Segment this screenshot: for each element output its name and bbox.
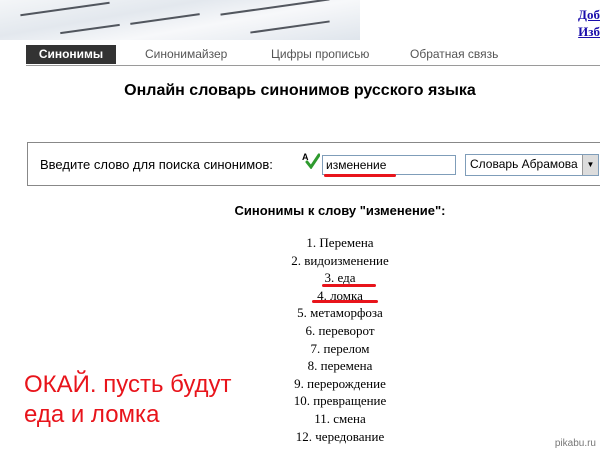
annotation-comment: ОКАЙ. пусть будут еда и ломка <box>24 370 232 430</box>
svg-text:A: A <box>302 152 309 162</box>
list-item: 12. чередование <box>295 428 385 444</box>
list-item: 7. перелом <box>310 340 370 356</box>
nav-item-synonymizer[interactable]: Синонимайзер <box>145 45 227 64</box>
nav-item-numbers-in-words[interactable]: Цифры прописью <box>271 45 369 64</box>
list-item: 6. переворот <box>305 322 375 338</box>
search-form: Введите слово для поиска синонимов: A Сл… <box>27 142 600 186</box>
synonym-underline-annotation <box>312 300 378 303</box>
search-input[interactable] <box>322 155 456 175</box>
watermark: pikabu.ru <box>554 438 596 449</box>
list-item: 1. Перемена <box>306 235 374 250</box>
corner-link-add[interactable]: Доб <box>578 6 600 23</box>
annotation-line: ОКАЙ. пусть будут <box>24 371 232 398</box>
input-underline-annotation <box>324 174 396 177</box>
nav-item-synonyms[interactable]: Синонимы <box>26 45 116 64</box>
nav-item-feedback[interactable]: Обратная связь <box>410 45 498 64</box>
list-item: 2. видоизменение <box>291 252 389 268</box>
synonyms-heading: Синонимы к слову "изменение": <box>234 203 446 218</box>
spellcheck-icon[interactable]: A <box>302 151 320 169</box>
search-label: Введите слово для поиска синонимов: <box>40 157 273 172</box>
header-banner-image <box>0 0 360 40</box>
page-title: Онлайн словарь синонимов русского языка <box>124 82 476 99</box>
chevron-down-icon[interactable]: ▼ <box>582 155 598 175</box>
main-nav: Синонимы Синонимайзер Цифры прописью Обр… <box>26 45 600 66</box>
corner-links: Доб Изб <box>578 6 600 40</box>
list-item: 5. метаморфоза <box>297 305 383 321</box>
corner-link-favorites[interactable]: Изб <box>578 23 600 40</box>
dictionary-select[interactable]: Словарь Абрамова ▼ <box>465 154 599 176</box>
synonym-underline-annotation <box>322 284 376 287</box>
list-item: 4. ломка <box>317 287 363 303</box>
dictionary-select-value: Словарь Абрамова <box>470 157 578 171</box>
list-item: 3. еда <box>324 270 356 286</box>
annotation-line: еда и ломка <box>24 401 160 428</box>
